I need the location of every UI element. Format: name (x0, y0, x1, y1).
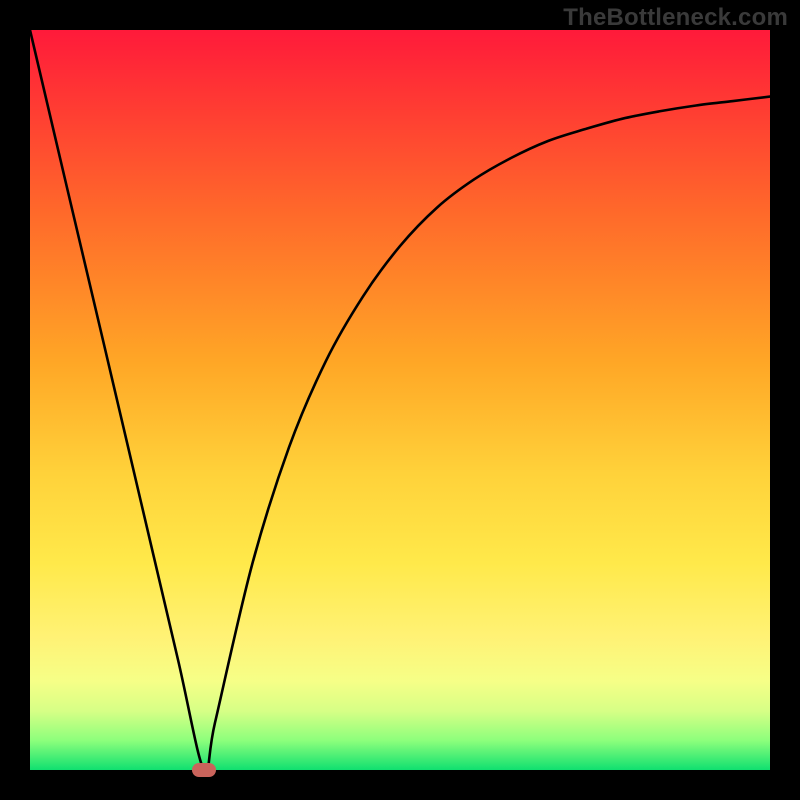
watermark-text: TheBottleneck.com (563, 4, 788, 32)
plot-area (30, 30, 770, 770)
chart-frame: TheBottleneck.com (0, 0, 800, 800)
bottleneck-curve (30, 30, 770, 770)
optimum-marker-icon (192, 763, 216, 777)
